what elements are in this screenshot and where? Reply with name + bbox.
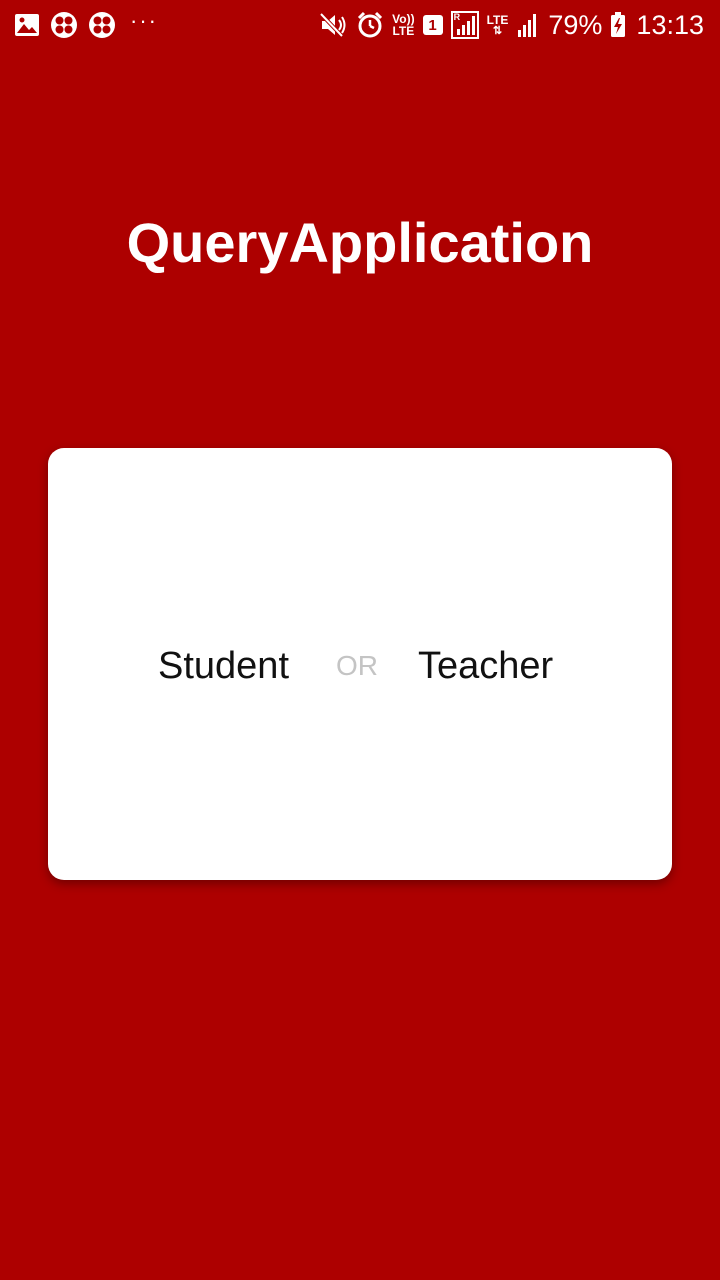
lte-icon: LTE ⇅ [486, 13, 509, 37]
app-title: QueryApplication [126, 211, 594, 274]
roaming-label: R [453, 12, 461, 22]
volte-icon: Vo)) LTE [392, 13, 414, 37]
roaming-signal-icon: R [450, 11, 479, 39]
sim-1-icon: 1 [422, 15, 443, 35]
more-notifications-icon: ··· [130, 8, 158, 33]
gallery-icon [14, 13, 40, 37]
status-bar-right: Vo)) LTE 1 R LTE ⇅ 79% 13:13 [320, 8, 704, 42]
app-icon [88, 11, 116, 39]
or-separator: OR [336, 650, 378, 681]
app-icon [50, 11, 78, 39]
alarm-icon [356, 11, 384, 39]
role-selection-card: Student OR Teacher [48, 448, 672, 880]
status-bar-left: ··· [14, 8, 158, 40]
signal-icon [516, 12, 540, 38]
student-button[interactable]: Student [158, 644, 289, 688]
teacher-button[interactable]: Teacher [418, 644, 553, 688]
battery-percent: 79% [548, 10, 603, 40]
clock-time: 13:13 [636, 10, 704, 40]
battery-icon [610, 12, 626, 38]
mute-icon [320, 12, 348, 38]
status-bar: ··· Vo)) LTE 1 R LTE ⇅ 79% 13:13 [0, 0, 720, 50]
volte-bottom-label: LTE [392, 24, 415, 38]
